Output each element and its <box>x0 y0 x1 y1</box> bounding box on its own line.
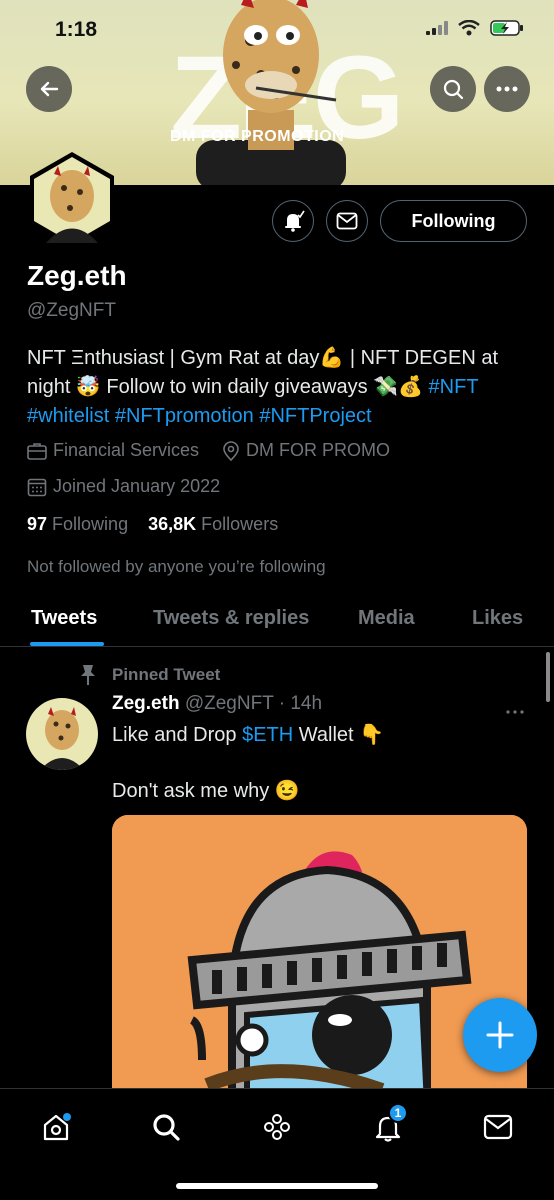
hashtag-link[interactable]: #NFT <box>429 376 479 398</box>
nav-home[interactable] <box>36 1107 76 1147</box>
search-icon <box>153 1114 180 1141</box>
tab-tweets[interactable]: Tweets <box>31 607 97 630</box>
calendar-icon <box>27 478 47 496</box>
hashtag-link[interactable]: #whitelist <box>27 405 109 427</box>
tab-likes[interactable]: Likes <box>472 607 523 630</box>
tweet-time: · 14h <box>278 693 323 714</box>
profile-stats: 97 Following 36,8K Followers <box>27 514 278 535</box>
cashtag-link[interactable]: $ETH <box>242 724 293 746</box>
banner-ape-image <box>196 0 346 185</box>
tab-tweets-replies[interactable]: Tweets & replies <box>153 607 309 630</box>
spaces-icon <box>264 1114 290 1140</box>
active-tab-indicator <box>30 642 104 646</box>
notify-button[interactable] <box>272 200 314 242</box>
profile-name: Zeg.eth <box>27 260 127 291</box>
nav-notifications[interactable]: 1 <box>368 1103 408 1147</box>
not-followed-notice: Not followed by anyone you’re following <box>27 557 326 576</box>
scrollbar[interactable] <box>546 652 550 702</box>
search-button[interactable] <box>430 66 476 112</box>
profile-handle: @ZegNFT <box>27 300 116 321</box>
profile-location: DM FOR PROMO <box>222 440 390 461</box>
category-text: Financial Services <box>53 440 200 460</box>
nav-messages[interactable] <box>478 1107 518 1147</box>
more-options-button[interactable] <box>484 66 530 112</box>
tweet-author-name[interactable]: Zeg.eth <box>112 693 180 714</box>
following-button[interactable]: Following <box>380 200 527 242</box>
bio-text: NFT Ξnthusiast | Gym Rat at day💪 | NFT D… <box>27 347 499 398</box>
nav-search[interactable] <box>146 1107 186 1147</box>
profile-tabs: Tweets Tweets & replies Media Likes <box>0 595 554 647</box>
location-text: DM FOR PROMO <box>246 440 390 460</box>
followers-label: Followers <box>201 514 279 534</box>
tweet-text-suffix: Wallet 👇 <box>293 724 385 746</box>
tweet-more-button[interactable] <box>506 698 524 719</box>
tweet-text-line2: Don't ask me why 😉 <box>112 780 300 802</box>
location-pin-icon <box>223 440 239 461</box>
joined-text: Joined January 2022 <box>53 476 221 496</box>
bell-check-icon <box>285 210 305 232</box>
cellular-signal-icon <box>426 21 448 35</box>
arrow-left-icon <box>40 81 59 97</box>
tweet-header: Zeg.eth @ZegNFT · 14h <box>112 693 322 715</box>
status-time: 1:18 <box>55 18 98 41</box>
profile-avatar[interactable] <box>24 152 120 248</box>
profile-bio: NFT Ξnthusiast | Gym Rat at day💪 | NFT D… <box>27 344 537 431</box>
messages-icon <box>483 1114 513 1140</box>
notification-badge: 1 <box>388 1103 408 1123</box>
tweet-author-handle[interactable]: @ZegNFT <box>185 693 274 714</box>
message-button[interactable] <box>326 200 368 242</box>
envelope-icon <box>336 212 358 230</box>
hashtag-link[interactable]: #NFTProject <box>259 405 371 427</box>
pinned-text: Pinned Tweet <box>112 665 221 684</box>
followers-count: 36,8K <box>148 514 197 534</box>
wifi-icon <box>458 20 480 36</box>
search-icon <box>443 79 464 100</box>
following-count: 97 <box>27 514 48 534</box>
banner-subtitle: DM FOR PROMOTION <box>170 128 345 145</box>
home-indicator <box>176 1183 378 1189</box>
following-label: Following <box>52 514 129 534</box>
home-icon <box>43 1113 71 1141</box>
tweet-text-line1: Like and Drop $ETH Wallet 👇 <box>112 722 384 747</box>
tab-media[interactable]: Media <box>358 607 415 630</box>
more-horizontal-icon <box>506 710 524 714</box>
briefcase-icon <box>27 442 47 460</box>
pin-icon <box>81 665 95 685</box>
tweet-text-prefix: Like and Drop <box>112 724 243 746</box>
plus-icon <box>486 1021 514 1049</box>
tweet-media-image[interactable] <box>112 815 527 1105</box>
followers-count-link[interactable]: 36,8K Followers <box>148 514 278 534</box>
compose-tweet-button[interactable] <box>463 998 537 1072</box>
knight-cat-artwork <box>112 815 527 1105</box>
pinned-tweet-label: Pinned Tweet <box>78 664 220 686</box>
following-count-link[interactable]: 97 Following <box>27 514 128 534</box>
battery-charging-icon <box>490 20 523 36</box>
more-horizontal-icon <box>496 86 518 92</box>
profile-category: Financial Services <box>27 440 199 461</box>
back-button[interactable] <box>26 66 72 112</box>
profile-joined: Joined January 2022 <box>27 476 220 497</box>
hashtag-link[interactable]: #NFTpromotion <box>115 405 254 427</box>
nav-spaces[interactable] <box>257 1107 297 1147</box>
tweet-author-avatar[interactable] <box>26 698 98 770</box>
status-icons <box>426 20 524 36</box>
